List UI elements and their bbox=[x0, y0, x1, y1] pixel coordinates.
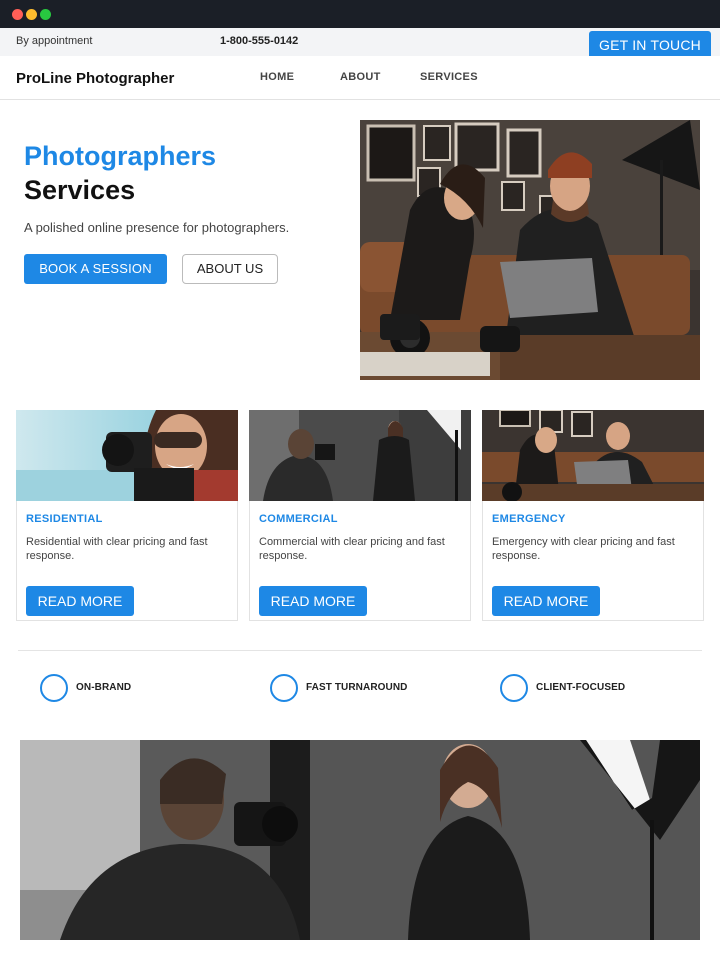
hero-title: Services bbox=[24, 175, 136, 205]
read-more-button[interactable]: READ MORE bbox=[26, 586, 134, 616]
close-window-dot[interactable] bbox=[12, 9, 23, 20]
read-more-button[interactable]: READ MORE bbox=[259, 586, 367, 616]
service-card-commercial: COMMERCIAL Commercial with clear pricing… bbox=[249, 410, 471, 621]
minimize-window-dot[interactable] bbox=[26, 9, 37, 20]
card-photo bbox=[249, 410, 471, 501]
nav-link-services[interactable]: SERVICES bbox=[420, 71, 478, 83]
phone-number[interactable]: 1-800-555-0142 bbox=[220, 35, 298, 47]
hero-title-accent: Photographers bbox=[24, 141, 217, 171]
get-in-touch-button[interactable]: GET IN TOUCH bbox=[589, 31, 711, 57]
window-titlebar bbox=[0, 0, 720, 28]
maximize-window-dot[interactable] bbox=[40, 9, 51, 20]
utility-bar: By appointment 1-800-555-0142 GET IN TOU… bbox=[0, 28, 720, 57]
hero-photo bbox=[360, 120, 700, 380]
about-us-button[interactable]: ABOUT US bbox=[182, 254, 278, 284]
card-description: Commercial with clear pricing and fast r… bbox=[259, 536, 445, 562]
feature-label-on-brand: ON-BRAND bbox=[76, 682, 132, 693]
hours-text: By appointment bbox=[16, 35, 93, 47]
section-divider bbox=[18, 650, 702, 651]
card-title: EMERGENCY bbox=[492, 513, 566, 525]
feature-circle-icon bbox=[500, 674, 528, 702]
banner-photo bbox=[20, 740, 700, 940]
card-description: Residential with clear pricing and fast … bbox=[26, 536, 208, 562]
card-photo bbox=[16, 410, 238, 501]
card-title: COMMERCIAL bbox=[259, 513, 338, 525]
feature-circle-icon bbox=[270, 674, 298, 702]
feature-circle-icon bbox=[40, 674, 68, 702]
card-title: RESIDENTIAL bbox=[26, 513, 103, 525]
feature-label-fast-turnaround: FAST TURNAROUND bbox=[306, 682, 408, 693]
read-more-button[interactable]: READ MORE bbox=[492, 586, 600, 616]
card-photo bbox=[482, 410, 704, 501]
feature-label-client-focused: CLIENT-FOCUSED bbox=[536, 682, 626, 693]
hero-subtitle: A polished online presence for photograp… bbox=[24, 220, 290, 235]
nav-link-about[interactable]: ABOUT bbox=[340, 71, 381, 83]
brand-logo-text[interactable]: ProLine Photographer bbox=[16, 70, 174, 87]
book-session-button[interactable]: BOOK A SESSION bbox=[24, 254, 167, 284]
nav-link-home[interactable]: HOME bbox=[260, 71, 294, 83]
card-description: Emergency with clear pricing and fast re… bbox=[492, 536, 675, 562]
main-nav: ProLine Photographer HOME ABOUT SERVICES bbox=[0, 56, 720, 100]
service-card-residential: RESIDENTIAL Residential with clear prici… bbox=[16, 410, 238, 621]
service-card-emergency: EMERGENCY Emergency with clear pricing a… bbox=[482, 410, 704, 621]
